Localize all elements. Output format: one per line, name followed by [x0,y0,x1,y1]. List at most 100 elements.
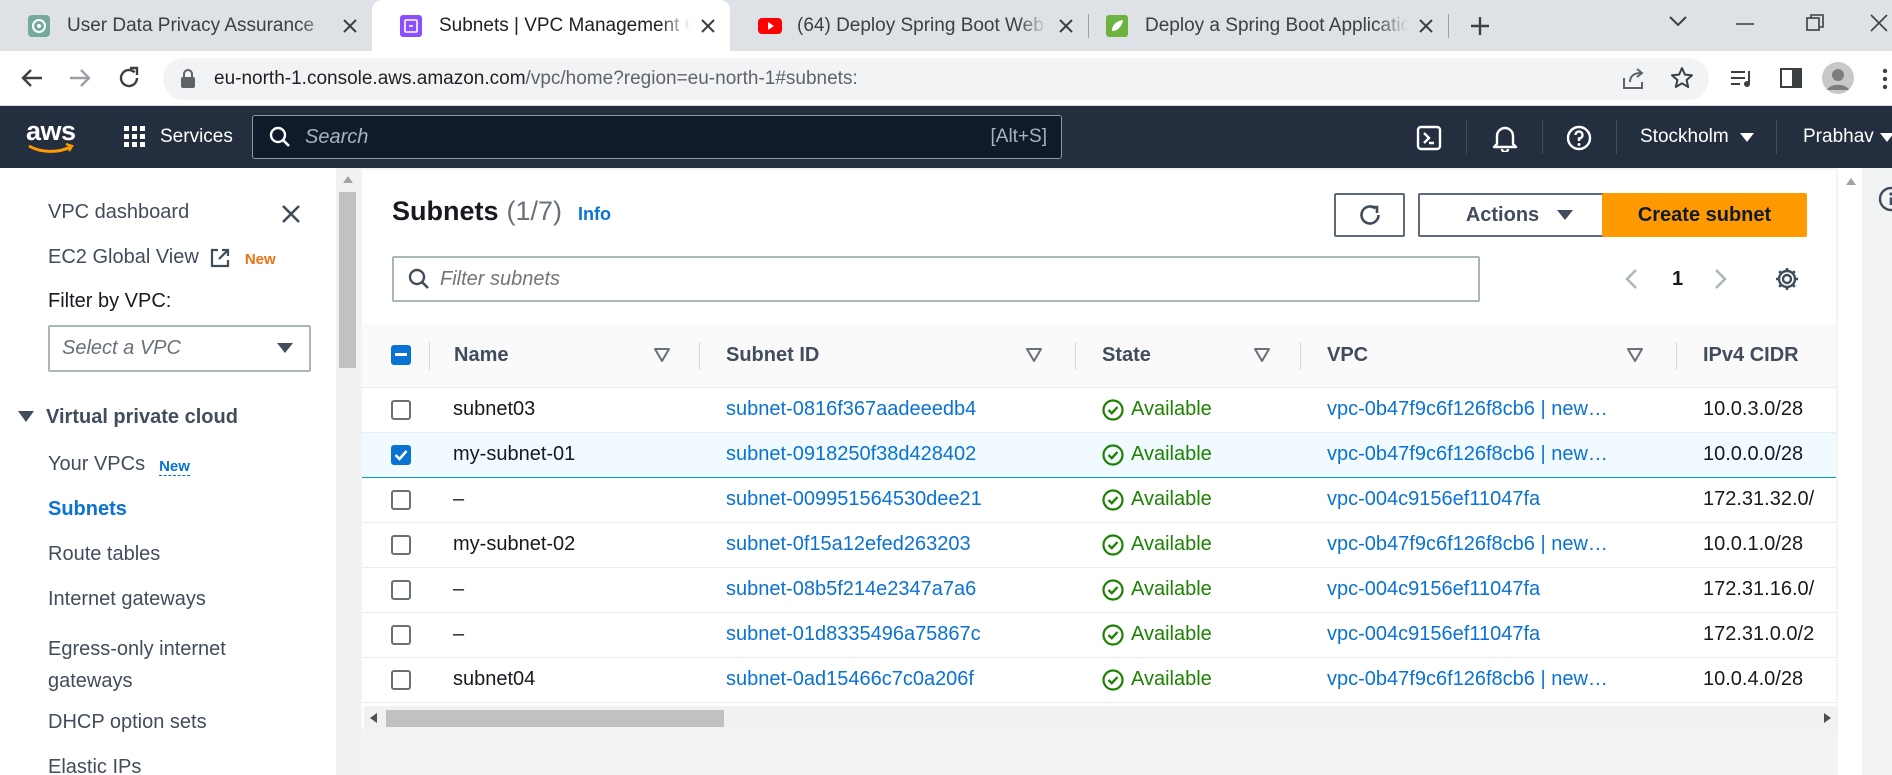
sidebar-item-your-vpcs[interactable]: Your VPCs New [48,453,190,476]
sidebar-scroll-thumb[interactable] [339,192,356,368]
sort-icon[interactable] [1627,348,1643,362]
window-close-icon[interactable] [1870,14,1888,32]
table-horizontal-scrollbar[interactable] [364,706,1838,730]
services-menu[interactable]: Services [160,126,233,148]
cloudshell-icon[interactable] [1416,125,1442,151]
table-row-selected[interactable]: my-subnet-01 subnet-0918250f38d428402 Av… [362,431,1836,478]
vpc-filter-select[interactable]: Select a VPC [48,325,311,372]
table-row[interactable]: my-subnet-02 subnet-0f15a12efed263203 Av… [362,522,1836,568]
filter-subnets-field[interactable] [440,267,1340,291]
table-row[interactable]: – subnet-009951564530dee21 Available vpc… [362,477,1836,523]
filter-subnets-input[interactable] [392,256,1480,302]
sidebar-item-dhcp-option-sets[interactable]: DHCP option sets [48,711,207,734]
refresh-button[interactable] [1334,193,1405,237]
table-row[interactable]: – subnet-01d8335496a75867c Available vpc… [362,612,1836,658]
share-icon[interactable] [1622,68,1646,90]
section-virtual-private-cloud[interactable]: Virtual private cloud [46,406,238,429]
close-icon[interactable] [690,8,726,44]
browser-tab-active[interactable]: Subnets | VPC Management Console [372,0,730,51]
scroll-up-icon[interactable] [1846,178,1856,185]
vpc-link[interactable]: vpc-004c9156ef11047fa [1327,578,1540,601]
help-panel-info-icon[interactable] [1878,186,1892,212]
account-menu[interactable]: Prabhav [1803,126,1874,148]
minimize-icon[interactable] [1736,22,1754,26]
aws-logo[interactable]: aws [26,118,76,154]
side-panel-icon[interactable] [1780,67,1802,89]
sort-icon[interactable] [1026,348,1042,362]
services-grid-icon[interactable] [124,126,146,148]
sidebar-scrollbar[interactable] [336,168,360,775]
subnet-id-link[interactable]: subnet-009951564530dee21 [726,488,982,511]
table-row[interactable]: – subnet-08b5f214e2347a7a6 Available vpc… [362,567,1836,613]
sidebar-item-vpc-dashboard[interactable]: VPC dashboard [48,201,189,224]
caret-down-icon[interactable] [1740,133,1754,143]
table-scroll-thumb[interactable] [386,710,724,727]
sidebar-item-ec2-global-view[interactable]: EC2 Global View New [48,246,276,269]
subnet-id-link[interactable]: subnet-08b5f214e2347a7a6 [726,578,976,601]
sort-icon[interactable] [654,348,670,362]
reading-list-icon[interactable] [1730,69,1754,89]
column-header-subnet-id[interactable]: Subnet ID [700,324,1076,388]
sort-icon[interactable] [1254,348,1270,362]
notifications-bell-icon[interactable] [1492,124,1518,152]
browser-tab[interactable]: (64) Deploy Spring Boot Web App [730,0,1088,51]
sidebar-item-internet-gateways[interactable]: Internet gateways [48,588,206,611]
row-checkbox[interactable] [391,489,411,510]
caret-down-icon[interactable] [18,411,34,423]
page-scrollbar[interactable] [1838,168,1862,775]
region-selector[interactable]: Stockholm [1640,126,1729,148]
vpc-link[interactable]: vpc-0b47f9c6f126f8cb6 | new… [1327,398,1608,421]
scroll-left-icon[interactable] [370,713,377,723]
row-checkbox[interactable] [391,534,411,555]
create-subnet-button[interactable]: Create subnet [1602,193,1807,237]
settings-gear-icon[interactable] [1774,266,1800,292]
row-checkbox[interactable] [391,444,411,465]
row-checkbox[interactable] [391,399,411,420]
browser-tab[interactable]: Deploy a Spring Boot Application [1078,0,1448,51]
avatar[interactable] [1822,62,1854,94]
sidebar-item-subnets[interactable]: Subnets [48,498,127,521]
table-row[interactable]: subnet03 subnet-0816f367aadeeedb4 Availa… [362,387,1836,433]
row-checkbox[interactable] [391,579,411,600]
column-header-ipv4-cidr[interactable]: IPv4 CIDR [1677,324,1836,388]
caret-down-icon[interactable] [1880,133,1892,143]
column-header-vpc[interactable]: VPC [1301,324,1677,388]
row-checkbox[interactable] [391,669,411,690]
subnet-id-link[interactable]: subnet-0918250f38d428402 [726,443,976,466]
subnet-id-link[interactable]: subnet-0f15a12efed263203 [726,533,971,556]
column-header-state[interactable]: State [1076,324,1301,388]
tab-search-chevron-icon[interactable] [1668,14,1688,28]
sidebar-item-egress-only-internet-gateways[interactable]: Egress-only internet gateways [48,633,288,697]
help-icon[interactable] [1566,125,1592,151]
subnet-id-link[interactable]: subnet-0816f367aadeeedb4 [726,398,976,421]
info-link[interactable]: Info [578,204,611,225]
subnet-id-link[interactable]: subnet-0ad15466c7c0a206f [726,668,974,691]
vpc-link[interactable]: vpc-0b47f9c6f126f8cb6 | new… [1327,533,1608,556]
aws-search-bar[interactable]: Search [Alt+S] [252,115,1062,159]
actions-dropdown-button[interactable]: Actions [1418,193,1621,237]
new-tab-icon[interactable] [1466,12,1494,40]
reload-icon[interactable] [116,65,142,91]
close-sidebar-icon[interactable] [281,204,301,224]
vpc-link[interactable]: vpc-0b47f9c6f126f8cb6 | new… [1327,443,1608,466]
address-bar[interactable]: eu-north-1.console.aws.amazon.com/vpc/ho… [163,58,1709,100]
bookmark-star-icon[interactable] [1670,66,1694,90]
row-checkbox[interactable] [391,624,411,645]
previous-page-icon[interactable] [1624,268,1638,290]
kebab-menu-icon[interactable] [1882,68,1888,90]
vpc-link[interactable]: vpc-004c9156ef11047fa [1327,623,1540,646]
page-number[interactable]: 1 [1672,268,1683,291]
lock-icon[interactable] [180,69,196,89]
url-text[interactable]: eu-north-1.console.aws.amazon.com/vpc/ho… [214,68,858,90]
close-icon[interactable] [332,8,368,44]
close-icon[interactable] [1408,8,1444,44]
select-all-checkbox[interactable] [391,345,411,366]
next-page-icon[interactable] [1714,268,1728,290]
forward-icon[interactable] [68,66,92,90]
sidebar-item-elastic-ips[interactable]: Elastic IPs [48,756,141,775]
browser-tab[interactable]: User Data Privacy Assurance [0,0,372,51]
scroll-right-icon[interactable] [1824,713,1831,723]
table-row[interactable]: subnet04 subnet-0ad15466c7c0a206f Availa… [362,657,1836,703]
vpc-link[interactable]: vpc-004c9156ef11047fa [1327,488,1540,511]
sidebar-item-route-tables[interactable]: Route tables [48,543,160,566]
